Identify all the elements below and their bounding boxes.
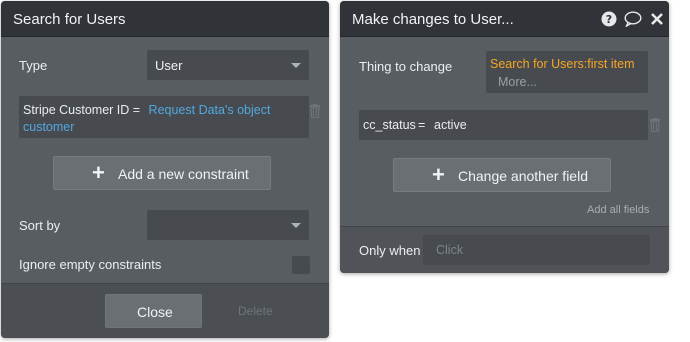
add-constraint-button[interactable]: + Add a new constraint (53, 156, 271, 190)
constraint-row[interactable]: Stripe Customer ID = Request Data's obje… (19, 96, 309, 138)
add-constraint-label: Add a new constraint (118, 166, 249, 182)
thing-to-change-label: Thing to change (359, 59, 453, 74)
only-when-label: Only when (359, 243, 421, 258)
close-button-label: Close (137, 304, 173, 320)
constraint-value-line2[interactable]: customer (23, 120, 74, 134)
changes-panel-header: Make changes to User... ? (340, 1, 669, 37)
field-change-field: cc_status (363, 118, 416, 132)
search-panel-footer: Close Delete (1, 283, 329, 338)
more-link[interactable]: More... (498, 75, 537, 89)
help-icon[interactable]: ? (601, 11, 617, 27)
ignore-empty-checkbox[interactable] (292, 256, 310, 274)
chevron-down-icon (291, 63, 301, 68)
type-label: Type (19, 58, 48, 73)
changes-panel-title: Make changes to User... (352, 11, 514, 28)
search-panel-title: Search for Users (13, 11, 126, 28)
make-changes-panel: Make changes to User... ? Thing to chang… (340, 1, 669, 273)
change-another-field-label: Change another field (458, 168, 588, 184)
comment-icon[interactable] (624, 11, 642, 27)
trash-icon[interactable] (649, 118, 661, 132)
svg-text:?: ? (606, 13, 612, 26)
add-all-fields-link[interactable]: Add all fields (587, 204, 649, 216)
type-dropdown-value: User (155, 58, 183, 73)
only-when-field[interactable]: Click (423, 235, 650, 265)
sort-by-label: Sort by (19, 218, 61, 233)
thing-to-change-value[interactable]: Search for Users:first item (490, 57, 634, 71)
close-icon[interactable] (650, 12, 664, 26)
change-another-field-button[interactable]: + Change another field (393, 158, 611, 192)
search-for-users-panel: Search for Users Type User Stripe Custom… (1, 1, 329, 338)
field-change-row[interactable]: cc_status = active (359, 110, 648, 140)
close-button[interactable]: Close (105, 294, 202, 328)
constraint-value-line1[interactable]: Request Data's object (149, 103, 271, 117)
field-change-operator: = (418, 118, 426, 132)
search-panel-header: Search for Users (1, 1, 329, 37)
constraint-field: Stripe Customer ID = (23, 103, 141, 117)
trash-icon[interactable] (309, 104, 321, 118)
only-when-placeholder: Click (436, 243, 464, 257)
sort-by-dropdown[interactable] (147, 210, 309, 240)
thing-to-change-field[interactable]: Search for Users:first item More... (486, 51, 648, 93)
plus-icon: + (92, 160, 105, 185)
ignore-empty-label: Ignore empty constraints (19, 257, 162, 272)
delete-button[interactable]: Delete (238, 304, 273, 318)
only-when-footer: Only when Click (340, 226, 669, 273)
type-dropdown[interactable]: User (147, 50, 309, 80)
plus-icon: + (432, 162, 445, 187)
field-change-value[interactable]: active (434, 118, 467, 132)
chevron-down-icon (291, 223, 301, 228)
